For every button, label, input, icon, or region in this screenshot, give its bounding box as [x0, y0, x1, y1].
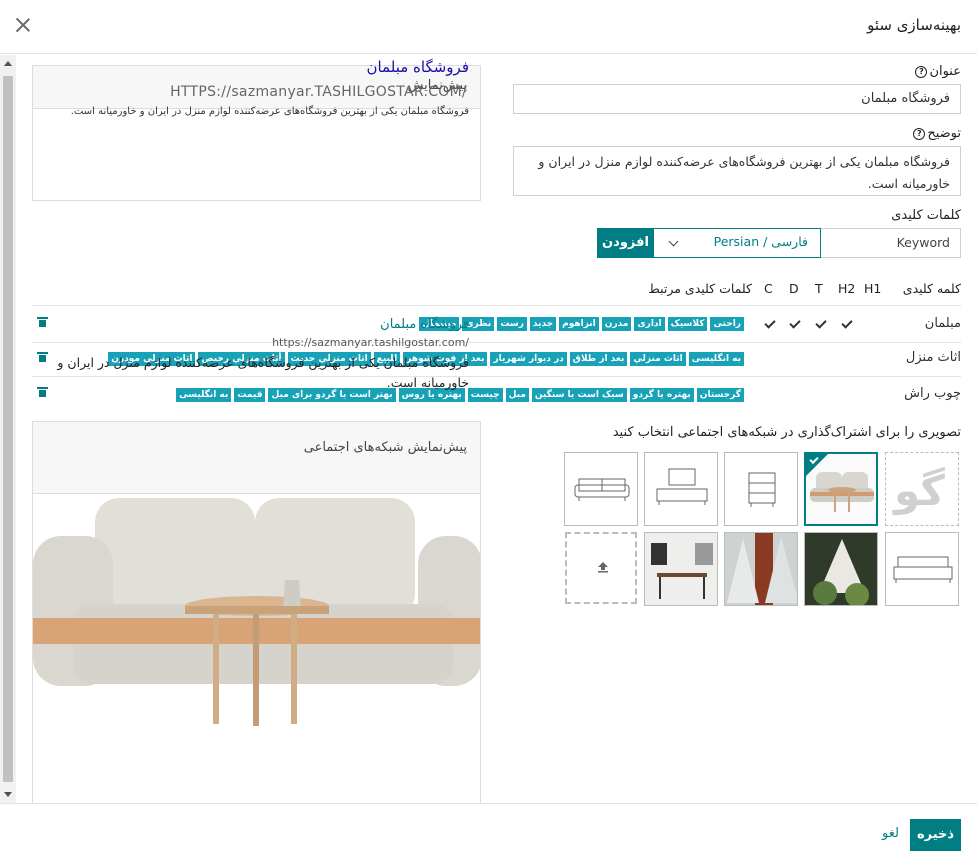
image-option-tree[interactable] — [804, 532, 878, 606]
image-option-forest[interactable] — [724, 532, 798, 606]
divider — [32, 305, 961, 306]
related-tag[interactable]: اثاث منزلي — [630, 352, 686, 366]
related-tag[interactable]: مبل — [505, 388, 529, 402]
title-input[interactable]: فروشگاه مبلمان — [513, 84, 961, 114]
trash-icon[interactable] — [37, 317, 48, 327]
keywords-label: کلمات کلیدی — [891, 208, 961, 223]
cancel-button[interactable]: لغو — [882, 826, 899, 841]
upload-icon — [598, 562, 608, 573]
keyword-row-name: چوب راش — [904, 386, 961, 401]
social-image-title: تصویری را برای اشتراک‌گذاری در شبکه‌های … — [612, 425, 961, 440]
related-tag[interactable]: مدرن — [601, 317, 632, 331]
related-tag[interactable]: بعد از طلاق — [569, 352, 628, 366]
help-icon: ? — [913, 127, 926, 140]
image-option-dining[interactable] — [644, 532, 718, 606]
chevron-down-icon — [668, 236, 679, 247]
related-tag[interactable]: گرجستان — [696, 388, 744, 402]
image-option-logo[interactable]: گو — [885, 452, 959, 526]
check-icon — [841, 317, 853, 329]
description-label: ? توضیح — [913, 126, 961, 141]
keyword-row-name: اثاث منزل — [905, 350, 961, 365]
col-h1: H1 — [864, 281, 882, 296]
related-tag[interactable]: رست — [497, 317, 527, 331]
image-option-bed[interactable] — [885, 532, 959, 606]
sofa-image — [33, 494, 480, 734]
check-icon — [764, 317, 776, 329]
social-preview-title: فروشگاه مبلمان — [380, 317, 469, 332]
image-option-tv-stand[interactable] — [644, 452, 718, 526]
add-keyword-button[interactable]: افزودن — [597, 228, 654, 258]
related-tag[interactable]: جدید — [529, 317, 557, 331]
save-button[interactable]: ذخیره — [910, 819, 961, 851]
upload-image-button[interactable] — [565, 532, 637, 604]
svg-text:گو: گو — [892, 466, 945, 516]
col-h2: H2 — [838, 281, 856, 296]
social-preview-description: فروشگاه مبلمان یکی از بهترین فروشگاه‌های… — [57, 355, 469, 390]
related-tag[interactable]: بهتره یا گردو — [629, 388, 694, 402]
language-value: Persian / فارسی — [713, 234, 808, 249]
scroll-thumb[interactable] — [3, 76, 13, 782]
social-preview-url: https://sazmanyar.tashilgostar.com/ — [272, 336, 469, 349]
close-icon[interactable] — [14, 16, 32, 34]
divider — [32, 342, 961, 343]
social-preview-header: پیش‌نمایش شبکه‌های اجتماعی — [33, 422, 480, 494]
related-tag[interactable]: به انگلیسی — [688, 352, 744, 366]
check-icon — [789, 317, 801, 329]
description-textarea[interactable]: فروشگاه مبلمان یکی از بهترین فروشگاه‌های… — [513, 146, 961, 196]
image-option-sofa[interactable] — [804, 452, 878, 526]
title-label: ? عنوان — [915, 64, 961, 79]
col-keyword: کلمه کلیدی — [902, 281, 961, 296]
related-tag[interactable]: سبک است یا سنگین — [531, 388, 627, 402]
col-related: کلمات کلیدی مرتبط — [648, 281, 752, 296]
related-tag[interactable]: چیست — [467, 388, 503, 402]
help-icon: ? — [915, 65, 928, 78]
related-tag[interactable]: در دیوار شهریار — [490, 352, 567, 366]
related-tag[interactable]: کلاسیک — [667, 317, 708, 331]
col-d: D — [789, 281, 799, 296]
preview-description: فروشگاه مبلمان یکی از بهترین فروشگاه‌های… — [70, 106, 469, 117]
check-icon — [815, 317, 827, 329]
keyword-row-name: مبلمان — [924, 316, 961, 331]
col-t: T — [815, 281, 823, 296]
keyword-input[interactable]: Keyword — [820, 228, 961, 258]
related-tag[interactable]: انزاهوم — [559, 317, 599, 331]
dialog-header: بهینه‌سازی سئو — [0, 0, 977, 54]
related-tag[interactable]: راحتی — [710, 317, 744, 331]
scrollbar[interactable] — [0, 55, 16, 803]
image-option-couch[interactable] — [564, 452, 638, 526]
dialog-footer: ذخیره لغو — [0, 803, 977, 863]
scroll-up-icon[interactable] — [4, 61, 12, 66]
preview-url: HTTPS://sazmanyar.TASHILGOSTAR.COM/ — [170, 84, 467, 100]
preview-title: فروشگاه مبلمان — [366, 58, 469, 76]
related-tag[interactable]: اداری — [634, 317, 665, 331]
col-c: C — [764, 281, 773, 296]
social-preview: پیش‌نمایش شبکه‌های اجتماعی — [32, 421, 481, 803]
scroll-down-icon[interactable] — [4, 792, 12, 797]
language-select[interactable]: Persian / فارسی — [653, 228, 821, 258]
image-option-drawer[interactable] — [724, 452, 798, 526]
dialog-title: بهینه‌سازی سئو — [867, 16, 961, 34]
